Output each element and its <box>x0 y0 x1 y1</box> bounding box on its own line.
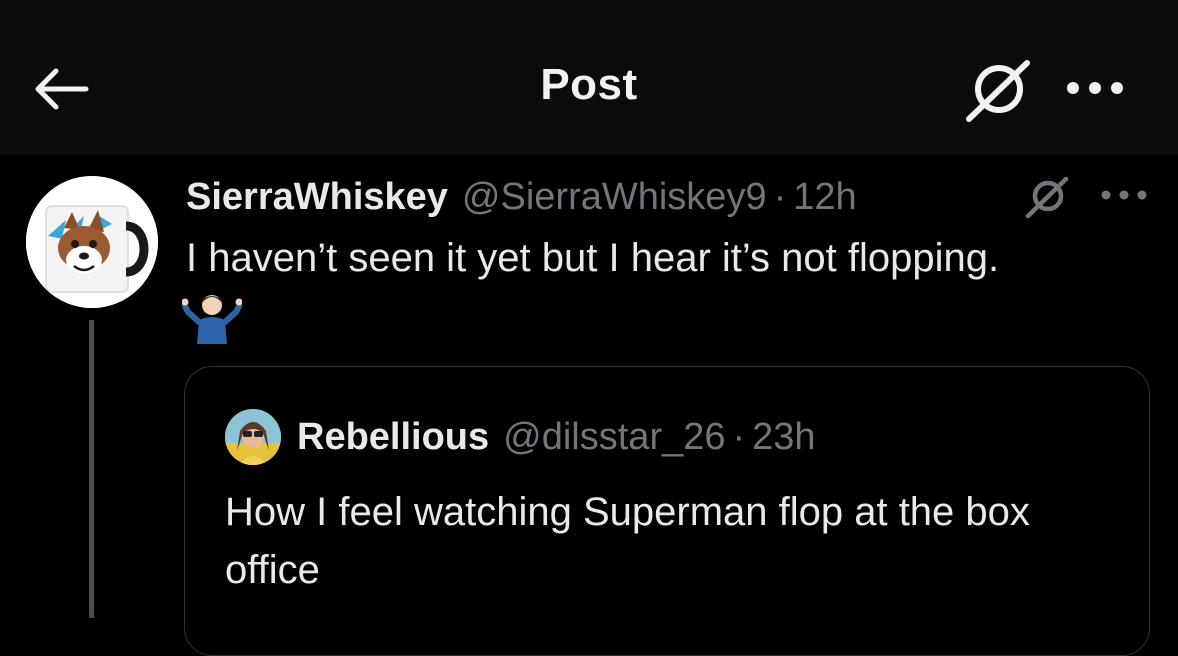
quoted-tweet-timestamp[interactable]: 23h <box>752 416 815 459</box>
grok-icon <box>1025 176 1069 219</box>
more-options-button[interactable] <box>1062 68 1128 108</box>
more-horizontal-icon <box>1101 190 1147 200</box>
tweet-grok-button[interactable] <box>1020 174 1074 220</box>
author-handle[interactable]: @SierraWhiskey9 <box>462 176 767 219</box>
top-bar: Post <box>0 0 1178 155</box>
user-photo-avatar <box>225 409 281 465</box>
back-button[interactable] <box>26 58 94 120</box>
quoted-author-name[interactable]: Rebellious <box>297 416 489 459</box>
quoted-author-avatar[interactable] <box>225 409 281 465</box>
header-separator: · <box>773 175 787 218</box>
author-display-name[interactable]: SierraWhiskey <box>186 176 448 219</box>
tweet-more-button[interactable] <box>1096 180 1152 210</box>
author-avatar[interactable] <box>26 176 158 308</box>
quoted-tweet-card[interactable]: Rebellious @dilsstar_26 · 23h How I feel… <box>184 366 1150 656</box>
thread-connector-line <box>89 320 94 618</box>
tweet-text: I haven’t seen it yet but I hear it’s no… <box>186 236 1000 280</box>
quoted-tweet-text: How I feel watching Superman flop at the… <box>225 490 1030 592</box>
grok-icon <box>966 60 1030 122</box>
more-horizontal-icon <box>1067 82 1123 94</box>
wolf-mug-avatar <box>26 176 158 308</box>
quoted-header-separator: · <box>732 415 746 458</box>
arrow-left-icon <box>35 68 89 110</box>
tweet-timestamp[interactable]: 12h <box>793 176 856 219</box>
tweet-header: SierraWhiskey @SierraWhiskey9 · 12h <box>186 172 857 222</box>
man-shrugging-emoji <box>182 295 242 344</box>
quoted-tweet-header: Rebellious @dilsstar_26 · 23h <box>297 413 816 461</box>
grok-button[interactable] <box>960 55 1036 125</box>
quoted-author-handle[interactable]: @dilsstar_26 <box>503 416 725 459</box>
